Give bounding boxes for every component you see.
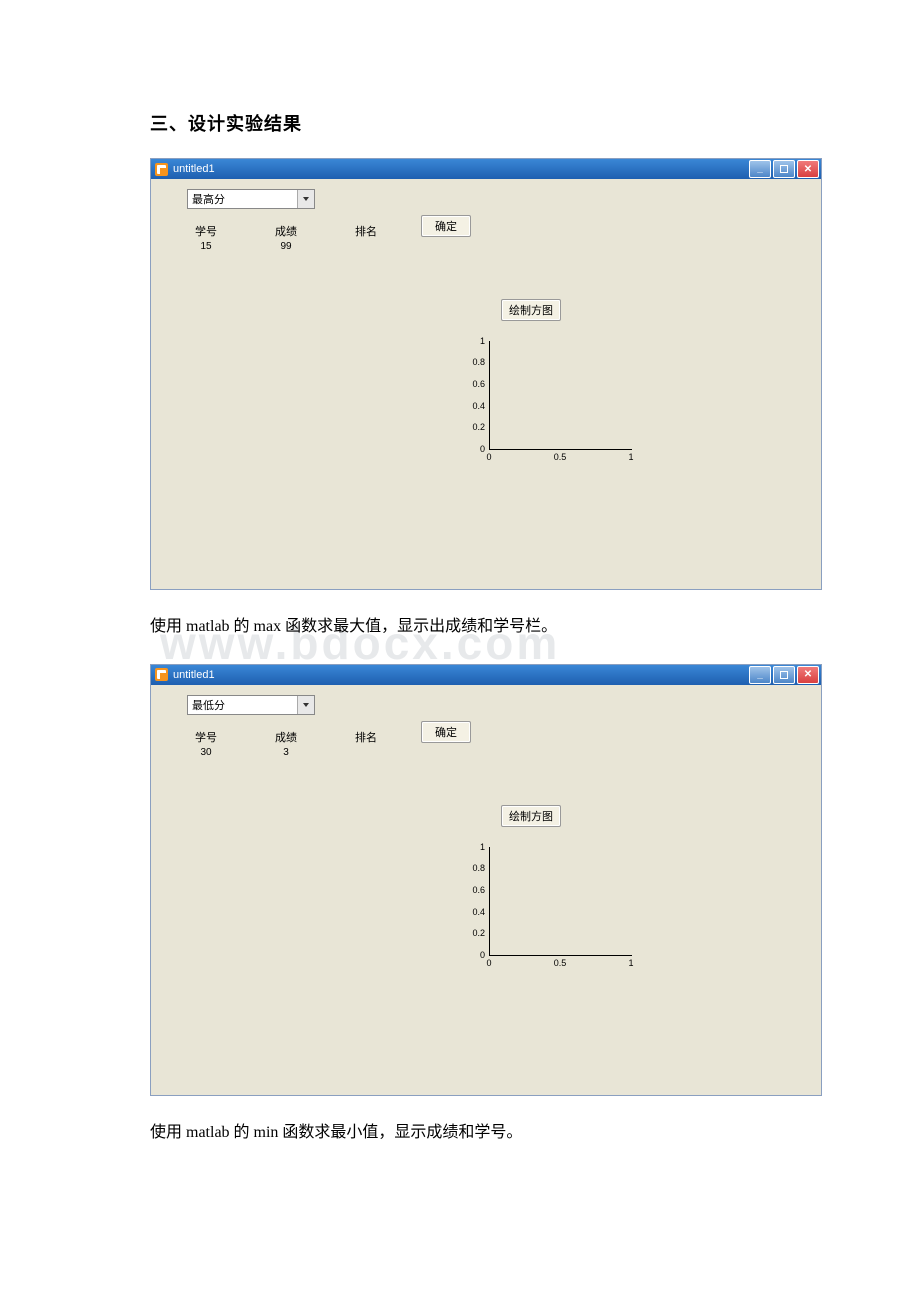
ytick: 0.8 [472, 863, 485, 873]
id-label: 学号 [187, 223, 225, 239]
window-controls: _ ✕ [749, 666, 819, 684]
ytick: 0 [480, 444, 485, 454]
window-body: 最低分 学号 30 成绩 3 排名 确定 绘制方图 [151, 685, 821, 1095]
score-label: 成绩 [267, 223, 305, 239]
ytick: 0.6 [472, 379, 485, 389]
rank-label: 排名 [347, 223, 385, 239]
dropdown-value: 最低分 [192, 697, 225, 713]
plot-button[interactable]: 绘制方图 [501, 299, 561, 321]
ok-button[interactable]: 确定 [421, 215, 471, 237]
ytick: 0 [480, 950, 485, 960]
score-label: 成绩 [267, 729, 305, 745]
plot-area [489, 847, 632, 956]
caption-2: 使用 matlab 的 min 函数求最小值，显示成绩和学号。 [150, 1120, 770, 1146]
rank-label: 排名 [347, 729, 385, 745]
window-body: 最高分 学号 15 成绩 99 排名 确定 绘制方图 [151, 179, 821, 589]
maximize-button[interactable] [773, 160, 795, 178]
section-title: 三、设计实验结果 [150, 110, 770, 136]
stat-dropdown[interactable]: 最高分 [187, 189, 315, 209]
close-button[interactable]: ✕ [797, 666, 819, 684]
ytick: 0.4 [472, 907, 485, 917]
id-value: 15 [187, 241, 225, 252]
chevron-down-icon [297, 696, 314, 714]
dropdown-value: 最高分 [192, 191, 225, 207]
ytick: 0.4 [472, 401, 485, 411]
ytick: 0.2 [472, 928, 485, 938]
app-window-2: untitled1 _ ✕ 最低分 学号 30 成绩 3 [150, 664, 822, 1096]
ytick: 0.8 [472, 357, 485, 367]
xtick: 0 [486, 452, 491, 462]
stat-dropdown[interactable]: 最低分 [187, 695, 315, 715]
minimize-button[interactable]: _ [749, 160, 771, 178]
titlebar: untitled1 _ ✕ [151, 159, 821, 179]
matlab-icon [155, 163, 168, 176]
plot-area [489, 341, 632, 450]
window-title: untitled1 [173, 669, 749, 681]
close-button[interactable]: ✕ [797, 160, 819, 178]
chart-axes: 1 0.8 0.6 0.4 0.2 0 0 0.5 1 [463, 339, 633, 459]
id-label: 学号 [187, 729, 225, 745]
result-row: 学号 15 成绩 99 排名 [187, 223, 385, 252]
result-row: 学号 30 成绩 3 排名 [187, 729, 385, 758]
xtick: 0 [486, 958, 491, 968]
app-window-1: untitled1 _ ✕ 最高分 学号 15 成绩 99 [150, 158, 822, 590]
matlab-icon [155, 668, 168, 681]
window-controls: _ ✕ [749, 160, 819, 178]
caption-1: 使用 matlab 的 max 函数求最大值，显示出成绩和学号栏。 [150, 614, 770, 640]
xtick: 1 [628, 452, 633, 462]
xtick: 0.5 [554, 958, 567, 968]
chart-axes: 1 0.8 0.6 0.4 0.2 0 0 0.5 1 [463, 845, 633, 965]
xtick: 0.5 [554, 452, 567, 462]
ok-button[interactable]: 确定 [421, 721, 471, 743]
window-title: untitled1 [173, 163, 749, 175]
id-value: 30 [187, 747, 225, 758]
ytick: 1 [480, 336, 485, 346]
titlebar: untitled1 _ ✕ [151, 665, 821, 685]
ytick: 1 [480, 842, 485, 852]
xtick: 1 [628, 958, 633, 968]
score-value: 99 [267, 241, 305, 252]
chevron-down-icon [297, 190, 314, 208]
plot-button[interactable]: 绘制方图 [501, 805, 561, 827]
ytick: 0.2 [472, 422, 485, 432]
maximize-button[interactable] [773, 666, 795, 684]
score-value: 3 [267, 747, 305, 758]
minimize-button[interactable]: _ [749, 666, 771, 684]
ytick: 0.6 [472, 885, 485, 895]
